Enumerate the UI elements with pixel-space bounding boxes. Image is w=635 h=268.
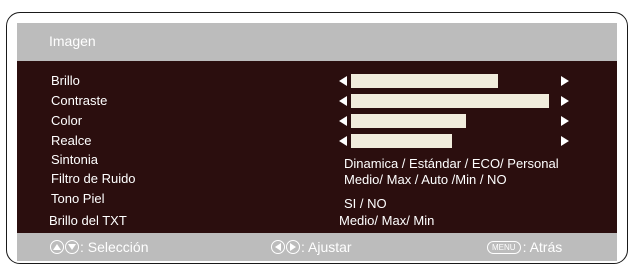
left-arrow-icon bbox=[271, 240, 285, 254]
menu-item-realce[interactable]: Realce bbox=[51, 134, 91, 148]
contraste-slider[interactable] bbox=[339, 94, 569, 108]
brillo-slider[interactable] bbox=[339, 74, 569, 88]
down-arrow-icon bbox=[65, 240, 79, 254]
menu-item-tono-piel[interactable]: Tono Piel bbox=[51, 192, 104, 206]
menu-item-contraste[interactable]: Contraste bbox=[51, 94, 107, 108]
footer-bar: : Selección : Ajustar MENU : Atrás bbox=[17, 233, 617, 261]
slider-track bbox=[351, 94, 549, 108]
slider-right-arrow-icon[interactable] bbox=[561, 96, 569, 106]
slider-left-arrow-icon[interactable] bbox=[339, 76, 347, 86]
filtro-de-ruido-options[interactable]: Medio/ Max / Auto /Min / NO bbox=[344, 173, 507, 187]
menu-item-brillo-del-txt[interactable]: Brillo del TXT bbox=[49, 214, 127, 228]
menu-item-sintonia[interactable]: Sintonia bbox=[51, 153, 98, 167]
back-hint: MENU : Atrás bbox=[487, 238, 562, 256]
slider-fill bbox=[351, 94, 549, 108]
menu-button-icon: MENU bbox=[487, 240, 521, 254]
slider-right-arrow-icon[interactable] bbox=[561, 136, 569, 146]
settings-menu: Brillo Contraste Color Realce Sintonia D… bbox=[17, 61, 617, 233]
brillo-del-txt-options[interactable]: Medio/ Max/ Min bbox=[339, 214, 434, 228]
slider-fill bbox=[351, 74, 498, 88]
color-slider[interactable] bbox=[339, 114, 569, 128]
right-arrow-icon bbox=[286, 240, 300, 254]
osd-window: Imagen Brillo Contraste Color Realce Sin… bbox=[6, 12, 628, 264]
slider-right-arrow-icon[interactable] bbox=[561, 76, 569, 86]
adjust-hint: : Ajustar bbox=[271, 238, 352, 256]
slider-fill bbox=[351, 134, 452, 148]
select-label: : Selección bbox=[80, 239, 149, 255]
adjust-label: : Ajustar bbox=[301, 239, 352, 255]
slider-left-arrow-icon[interactable] bbox=[339, 116, 347, 126]
slider-track bbox=[351, 134, 549, 148]
slider-fill bbox=[351, 114, 466, 128]
slider-left-arrow-icon[interactable] bbox=[339, 136, 347, 146]
up-arrow-icon bbox=[50, 240, 64, 254]
slider-left-arrow-icon[interactable] bbox=[339, 96, 347, 106]
select-hint: : Selección bbox=[50, 238, 148, 256]
menu-item-brillo[interactable]: Brillo bbox=[51, 74, 80, 88]
page-title: Imagen bbox=[49, 33, 96, 49]
slider-track bbox=[351, 114, 549, 128]
menu-item-color[interactable]: Color bbox=[51, 114, 82, 128]
title-bar: Imagen bbox=[17, 23, 617, 61]
realce-slider[interactable] bbox=[339, 134, 569, 148]
sintonia-options[interactable]: Dinamica / Estándar / ECO/ Personal bbox=[344, 157, 559, 171]
back-label: : Atrás bbox=[522, 239, 563, 255]
slider-right-arrow-icon[interactable] bbox=[561, 116, 569, 126]
menu-item-filtro-de-ruido[interactable]: Filtro de Ruido bbox=[51, 172, 136, 186]
tono-piel-options[interactable]: SI / NO bbox=[344, 197, 387, 211]
slider-track bbox=[351, 74, 549, 88]
